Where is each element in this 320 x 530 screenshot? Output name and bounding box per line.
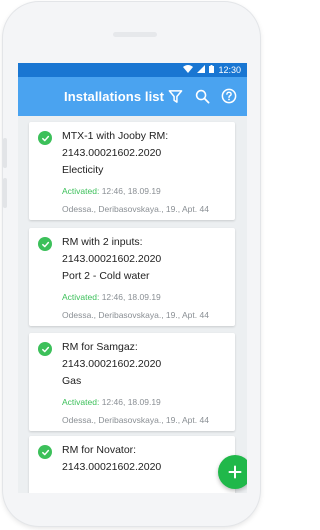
installation-serial: 2143.00021602.2020	[62, 461, 162, 473]
activated-time: 12:46, 18.09.19	[101, 186, 161, 196]
activated-time: 12:46, 18.09.19	[101, 397, 161, 407]
app-bar: Installations list	[18, 77, 247, 116]
status-time: 12:30	[218, 65, 241, 75]
signal-icon	[197, 65, 206, 75]
installation-name: RM with 2 inputs:	[62, 236, 143, 248]
installation-type: Electicity	[62, 164, 104, 176]
check-circle-icon	[38, 342, 52, 356]
earpiece	[113, 32, 157, 37]
installation-card[interactable]: RM for Samgaz: 2143.00021602.2020 Gas Ac…	[29, 333, 235, 431]
home-button	[112, 500, 152, 512]
search-icon[interactable]	[193, 87, 211, 105]
activated-time: 12:46, 18.09.19	[101, 292, 161, 302]
installation-name: MTX-1 with Jooby RM:	[62, 130, 169, 142]
app-bar-actions	[166, 87, 238, 105]
installation-type: Port 2 - Cold water	[62, 270, 150, 282]
status-bar: 12:30	[18, 63, 247, 77]
battery-icon	[209, 65, 215, 75]
activated-label: Activated:	[62, 397, 100, 407]
activated-label: Activated:	[62, 292, 100, 302]
wifi-icon	[183, 65, 194, 75]
activated-row: Activated: 12:46, 18.09.19	[62, 186, 161, 196]
filter-icon[interactable]	[166, 87, 184, 105]
check-circle-icon	[38, 131, 52, 145]
installation-address: Odessa., Deribasovskaya., 19., Apt. 44	[62, 204, 209, 214]
page-title: Installations list	[64, 89, 165, 104]
add-installation-button[interactable]	[218, 455, 247, 489]
help-icon[interactable]	[220, 87, 238, 105]
activated-row: Activated: 12:46, 18.09.19	[62, 292, 161, 302]
installation-address: Odessa., Deribasovskaya., 19., Apt. 44	[62, 415, 209, 425]
installation-card[interactable]: MTX-1 with Jooby RM: 2143.00021602.2020 …	[29, 122, 235, 220]
plus-icon	[228, 465, 242, 479]
check-circle-icon	[38, 445, 52, 459]
app-screen: 12:30 Installations list MTX-1 with Joob…	[18, 63, 247, 493]
installation-serial: 2143.00021602.2020	[62, 358, 162, 370]
installation-card[interactable]: RM with 2 inputs: 2143.00021602.2020 Por…	[29, 228, 235, 326]
installation-type: Gas	[62, 375, 82, 387]
installation-name: RM for Novator:	[62, 444, 137, 456]
activated-label: Activated:	[62, 186, 100, 196]
installation-serial: 2143.00021602.2020	[62, 147, 162, 159]
check-circle-icon	[38, 237, 52, 251]
volume-up-button	[3, 138, 7, 168]
installation-address: Odessa., Deribasovskaya., 19., Apt. 44	[62, 310, 209, 320]
activated-row: Activated: 12:46, 18.09.19	[62, 397, 161, 407]
installation-name: RM for Samgaz:	[62, 341, 138, 353]
installation-serial: 2143.00021602.2020	[62, 253, 162, 265]
installation-card[interactable]: RM for Novator: 2143.00021602.2020	[29, 436, 235, 493]
volume-down-button	[3, 178, 7, 208]
